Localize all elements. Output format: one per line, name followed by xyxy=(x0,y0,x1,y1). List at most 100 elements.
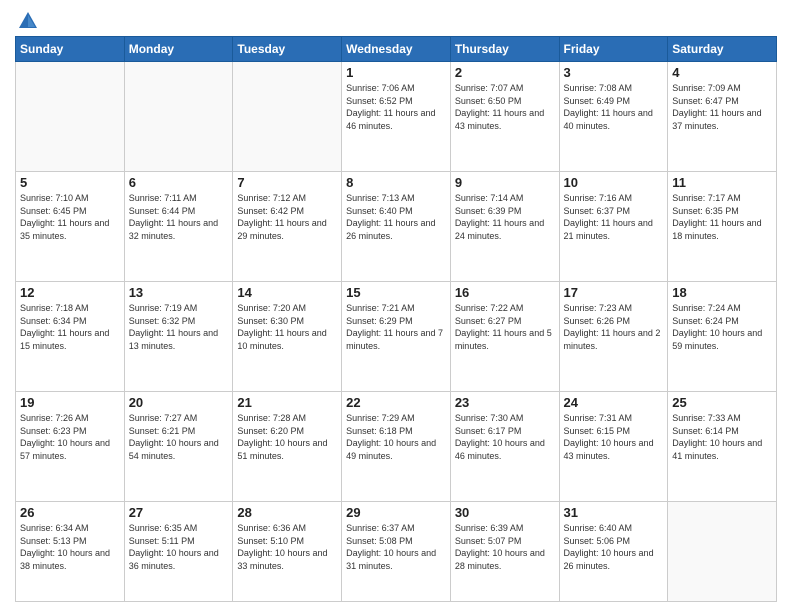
day-info: Sunrise: 7:08 AMSunset: 6:49 PMDaylight:… xyxy=(564,82,664,132)
calendar-cell xyxy=(668,502,777,602)
calendar-cell: 3 Sunrise: 7:08 AMSunset: 6:49 PMDaylight… xyxy=(559,62,668,172)
calendar-cell: 4Sunrise: 7:09 AMSunset: 6:47 PMDaylight… xyxy=(668,62,777,172)
day-info: Sunrise: 7:12 AMSunset: 6:42 PMDaylight:… xyxy=(237,192,337,242)
day-info: Sunrise: 7:31 AMSunset: 6:15 PMDaylight:… xyxy=(564,412,664,462)
day-info: Sunrise: 7:07 AMSunset: 6:50 PMDaylight:… xyxy=(455,82,555,132)
day-info: Sunrise: 7:24 AMSunset: 6:24 PMDaylight:… xyxy=(672,302,772,352)
day-number: 14 xyxy=(237,285,337,300)
day-info: Sunrise: 7:27 AMSunset: 6:21 PMDaylight:… xyxy=(129,412,229,462)
calendar-cell: 6 Sunrise: 7:11 AMSunset: 6:44 PMDaylight… xyxy=(124,172,233,282)
calendar-header-saturday: Saturday xyxy=(668,37,777,62)
day-number: 20 xyxy=(129,395,229,410)
calendar-cell xyxy=(124,62,233,172)
day-info: Sunrise: 7:18 AMSunset: 6:34 PMDaylight:… xyxy=(20,302,120,352)
page: SundayMondayTuesdayWednesdayThursdayFrid… xyxy=(0,0,792,612)
logo-icon xyxy=(17,10,39,32)
day-info: Sunrise: 7:14 AMSunset: 6:39 PMDaylight:… xyxy=(455,192,555,242)
day-info: Sunrise: 7:28 AMSunset: 6:20 PMDaylight:… xyxy=(237,412,337,462)
day-info: Sunrise: 7:23 AMSunset: 6:26 PMDaylight:… xyxy=(564,302,664,352)
header xyxy=(15,10,777,28)
calendar-cell: 30 Sunrise: 6:39 AMSunset: 5:07 PMDayligh… xyxy=(450,502,559,602)
calendar-week-3: 19 Sunrise: 7:26 AMSunset: 6:23 PMDayligh… xyxy=(16,392,777,502)
day-number: 30 xyxy=(455,505,555,520)
calendar-week-0: 1Sunrise: 7:06 AMSunset: 6:52 PMDaylight… xyxy=(16,62,777,172)
day-number: 12 xyxy=(20,285,120,300)
calendar-header-tuesday: Tuesday xyxy=(233,37,342,62)
calendar-cell: 26 Sunrise: 6:34 AMSunset: 5:13 PMDayligh… xyxy=(16,502,125,602)
calendar-week-2: 12 Sunrise: 7:18 AMSunset: 6:34 PMDayligh… xyxy=(16,282,777,392)
day-number: 6 xyxy=(129,175,229,190)
day-number: 31 xyxy=(564,505,664,520)
calendar-cell: 2Sunrise: 7:07 AMSunset: 6:50 PMDaylight… xyxy=(450,62,559,172)
day-info: Sunrise: 7:20 AMSunset: 6:30 PMDaylight:… xyxy=(237,302,337,352)
calendar-cell: 17 Sunrise: 7:23 AMSunset: 6:26 PMDayligh… xyxy=(559,282,668,392)
calendar-cell: 1Sunrise: 7:06 AMSunset: 6:52 PMDaylight… xyxy=(342,62,451,172)
logo xyxy=(15,10,39,28)
day-info: Sunrise: 7:11 AMSunset: 6:44 PMDaylight:… xyxy=(129,192,229,242)
day-number: 4 xyxy=(672,65,772,80)
day-info: Sunrise: 7:22 AMSunset: 6:27 PMDaylight:… xyxy=(455,302,555,352)
calendar-cell: 11 Sunrise: 7:17 AMSunset: 6:35 PMDayligh… xyxy=(668,172,777,282)
calendar-cell xyxy=(16,62,125,172)
day-number: 23 xyxy=(455,395,555,410)
calendar-header-monday: Monday xyxy=(124,37,233,62)
calendar-cell: 20 Sunrise: 7:27 AMSunset: 6:21 PMDayligh… xyxy=(124,392,233,502)
calendar-cell: 9 Sunrise: 7:14 AMSunset: 6:39 PMDaylight… xyxy=(450,172,559,282)
day-number: 9 xyxy=(455,175,555,190)
calendar-cell: 14 Sunrise: 7:20 AMSunset: 6:30 PMDayligh… xyxy=(233,282,342,392)
calendar-cell: 8 Sunrise: 7:13 AMSunset: 6:40 PMDaylight… xyxy=(342,172,451,282)
day-info: Sunrise: 7:16 AMSunset: 6:37 PMDaylight:… xyxy=(564,192,664,242)
day-number: 29 xyxy=(346,505,446,520)
day-number: 15 xyxy=(346,285,446,300)
calendar-cell: 28Sunrise: 6:36 AMSunset: 5:10 PMDayligh… xyxy=(233,502,342,602)
calendar-cell: 24 Sunrise: 7:31 AMSunset: 6:15 PMDayligh… xyxy=(559,392,668,502)
day-info: Sunrise: 7:33 AMSunset: 6:14 PMDaylight:… xyxy=(672,412,772,462)
calendar-cell: 13 Sunrise: 7:19 AMSunset: 6:32 PMDayligh… xyxy=(124,282,233,392)
calendar-cell: 31 Sunrise: 6:40 AMSunset: 5:06 PMDayligh… xyxy=(559,502,668,602)
day-number: 22 xyxy=(346,395,446,410)
day-number: 24 xyxy=(564,395,664,410)
calendar-header-wednesday: Wednesday xyxy=(342,37,451,62)
day-info: Sunrise: 7:13 AMSunset: 6:40 PMDaylight:… xyxy=(346,192,446,242)
day-number: 19 xyxy=(20,395,120,410)
calendar-table: SundayMondayTuesdayWednesdayThursdayFrid… xyxy=(15,36,777,602)
day-info: Sunrise: 7:17 AMSunset: 6:35 PMDaylight:… xyxy=(672,192,772,242)
day-info: Sunrise: 6:37 AMSunset: 5:08 PMDaylight:… xyxy=(346,522,446,572)
day-number: 16 xyxy=(455,285,555,300)
day-info: Sunrise: 6:36 AMSunset: 5:10 PMDaylight:… xyxy=(237,522,337,572)
day-info: Sunrise: 7:26 AMSunset: 6:23 PMDaylight:… xyxy=(20,412,120,462)
day-number: 7 xyxy=(237,175,337,190)
calendar-header-friday: Friday xyxy=(559,37,668,62)
calendar-cell: 15 Sunrise: 7:21 AMSunset: 6:29 PMDayligh… xyxy=(342,282,451,392)
calendar-cell: 16 Sunrise: 7:22 AMSunset: 6:27 PMDayligh… xyxy=(450,282,559,392)
day-number: 5 xyxy=(20,175,120,190)
day-number: 11 xyxy=(672,175,772,190)
day-number: 3 xyxy=(564,65,664,80)
day-number: 8 xyxy=(346,175,446,190)
calendar-cell xyxy=(233,62,342,172)
calendar-cell: 12 Sunrise: 7:18 AMSunset: 6:34 PMDayligh… xyxy=(16,282,125,392)
calendar-cell: 27Sunrise: 6:35 AMSunset: 5:11 PMDayligh… xyxy=(124,502,233,602)
day-info: Sunrise: 7:21 AMSunset: 6:29 PMDaylight:… xyxy=(346,302,446,352)
day-info: Sunrise: 7:30 AMSunset: 6:17 PMDaylight:… xyxy=(455,412,555,462)
day-number: 26 xyxy=(20,505,120,520)
day-number: 25 xyxy=(672,395,772,410)
day-number: 10 xyxy=(564,175,664,190)
calendar-cell: 22Sunrise: 7:29 AMSunset: 6:18 PMDayligh… xyxy=(342,392,451,502)
calendar-header-sunday: Sunday xyxy=(16,37,125,62)
calendar-cell: 25 Sunrise: 7:33 AMSunset: 6:14 PMDayligh… xyxy=(668,392,777,502)
calendar-cell: 7 Sunrise: 7:12 AMSunset: 6:42 PMDaylight… xyxy=(233,172,342,282)
day-number: 27 xyxy=(129,505,229,520)
calendar-header-thursday: Thursday xyxy=(450,37,559,62)
calendar-cell: 5Sunrise: 7:10 AMSunset: 6:45 PMDaylight… xyxy=(16,172,125,282)
calendar-week-4: 26 Sunrise: 6:34 AMSunset: 5:13 PMDayligh… xyxy=(16,502,777,602)
day-number: 17 xyxy=(564,285,664,300)
day-info: Sunrise: 7:19 AMSunset: 6:32 PMDaylight:… xyxy=(129,302,229,352)
day-info: Sunrise: 6:39 AMSunset: 5:07 PMDaylight:… xyxy=(455,522,555,572)
day-info: Sunrise: 6:34 AMSunset: 5:13 PMDaylight:… xyxy=(20,522,120,572)
calendar-header-row: SundayMondayTuesdayWednesdayThursdayFrid… xyxy=(16,37,777,62)
calendar-cell: 23 Sunrise: 7:30 AMSunset: 6:17 PMDayligh… xyxy=(450,392,559,502)
day-number: 13 xyxy=(129,285,229,300)
calendar-cell: 18Sunrise: 7:24 AMSunset: 6:24 PMDayligh… xyxy=(668,282,777,392)
day-info: Sunrise: 6:40 AMSunset: 5:06 PMDaylight:… xyxy=(564,522,664,572)
